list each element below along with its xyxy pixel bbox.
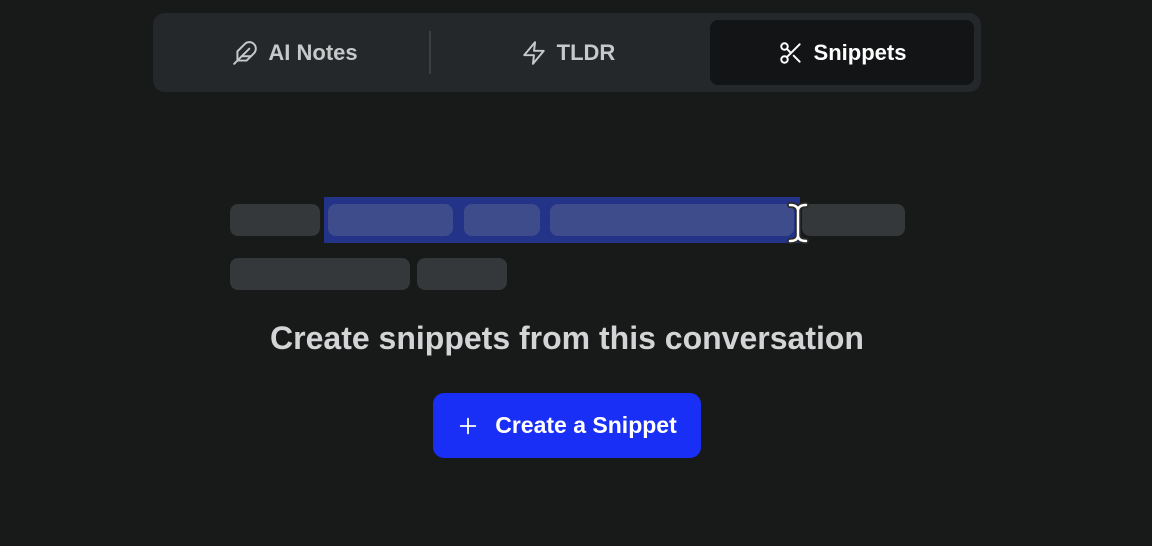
tab-label: TLDR xyxy=(556,39,616,65)
placeholder-text-line xyxy=(230,258,410,290)
lightning-icon xyxy=(521,40,547,66)
placeholder-text-line xyxy=(230,204,320,236)
create-snippet-button[interactable]: Create a Snippet xyxy=(433,393,701,458)
tab-snippets[interactable]: Snippets xyxy=(710,20,974,85)
feather-icon xyxy=(232,40,258,66)
tab-bar: AI Notes TLDR Snippets xyxy=(153,13,981,92)
selected-placeholder-text xyxy=(328,204,453,236)
placeholder-text-line xyxy=(802,204,905,236)
tab-label: AI Notes xyxy=(268,39,358,65)
selected-placeholder-text xyxy=(464,204,540,236)
tab-tldr[interactable]: TLDR xyxy=(431,20,705,85)
create-snippet-label: Create a Snippet xyxy=(495,412,677,438)
placeholder-text-line xyxy=(417,258,507,290)
empty-state-title: Create snippets from this conversation xyxy=(270,320,864,356)
tab-ai-notes[interactable]: AI Notes xyxy=(161,20,429,85)
scissors-icon xyxy=(778,40,804,66)
plus-icon xyxy=(457,415,479,437)
text-cursor-icon xyxy=(786,202,810,244)
tab-label: Snippets xyxy=(813,39,907,65)
text-selection-highlight xyxy=(324,197,800,243)
selected-placeholder-text xyxy=(550,204,794,236)
